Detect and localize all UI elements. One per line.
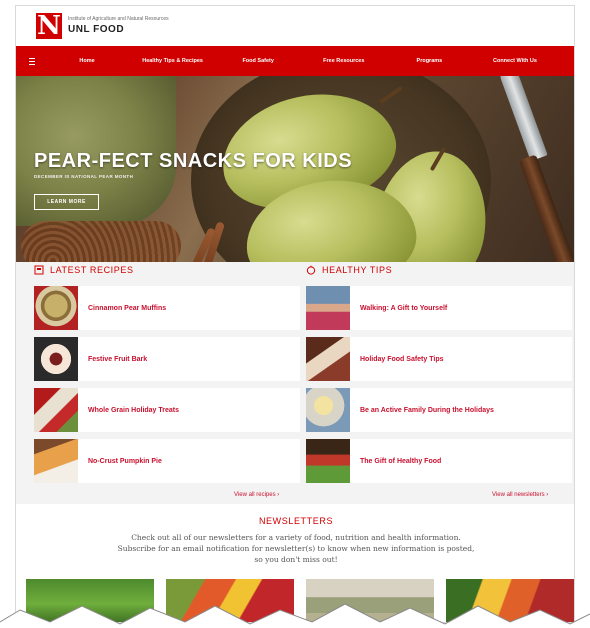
- nav-item-home[interactable]: Home: [48, 58, 126, 65]
- nav-item-free-resources[interactable]: Free Resources: [305, 58, 383, 65]
- site-brand[interactable]: UNL FOOD: [68, 24, 124, 35]
- nav-item-healthy-tips-recipes[interactable]: Healthy Tips & Recipes: [134, 58, 212, 65]
- healthy-tips-section: HEALTHY TIPS Walking: A Gift to Yourself…: [306, 262, 572, 490]
- page: N Institute of Agriculture and Natural R…: [15, 5, 575, 623]
- list-item[interactable]: Walking: A Gift to Yourself: [306, 286, 572, 330]
- tip-title[interactable]: Walking: A Gift to Yourself: [360, 305, 447, 312]
- list-item[interactable]: No-Crust Pumpkin Pie: [34, 439, 300, 483]
- recipe-thumbnail: [34, 388, 78, 432]
- cinnamon-image: [21, 221, 181, 262]
- recipe-title[interactable]: No-Crust Pumpkin Pie: [88, 458, 162, 465]
- list-item[interactable]: Festive Fruit Bark: [34, 337, 300, 381]
- recipe-thumbnail: [34, 439, 78, 483]
- tip-thumbnail: [306, 337, 350, 381]
- nav-items: Home Healthy Tips & Recipes Food Safety …: [48, 58, 574, 65]
- main-nav: Home Healthy Tips & Recipes Food Safety …: [16, 46, 574, 76]
- tip-title[interactable]: The Gift of Healthy Food: [360, 458, 441, 465]
- latest-recipes-header: LATEST RECIPES: [34, 262, 300, 278]
- apple-icon: [306, 265, 316, 275]
- site-header: N Institute of Agriculture and Natural R…: [16, 6, 574, 46]
- institute-name: Institute of Agriculture and Natural Res…: [68, 16, 169, 22]
- healthy-tips-header: HEALTHY TIPS: [306, 262, 572, 278]
- healthy-tips-title: HEALTHY TIPS: [322, 265, 393, 275]
- learn-more-button[interactable]: LEARN MORE: [34, 194, 99, 210]
- list-item[interactable]: Whole Grain Holiday Treats: [34, 388, 300, 432]
- list-item[interactable]: Be an Active Family During the Holidays: [306, 388, 572, 432]
- recipe-thumbnail: [34, 286, 78, 330]
- list-item[interactable]: Holiday Food Safety Tips: [306, 337, 572, 381]
- tip-thumbnail: [306, 286, 350, 330]
- tip-title[interactable]: Holiday Food Safety Tips: [360, 356, 444, 363]
- knife-blade: [498, 76, 548, 162]
- torn-edge: [0, 603, 590, 628]
- recipe-card-icon: [34, 265, 44, 275]
- newsletters-title: NEWSLETTERS: [258, 516, 334, 526]
- list-item[interactable]: The Gift of Healthy Food: [306, 439, 572, 483]
- recipe-thumbnail: [34, 337, 78, 381]
- view-all-recipes-link[interactable]: View all recipes ›: [234, 492, 279, 498]
- recipe-title[interactable]: Whole Grain Holiday Treats: [88, 407, 179, 414]
- recipe-title[interactable]: Festive Fruit Bark: [88, 356, 147, 363]
- knife-handle: [518, 154, 574, 262]
- hero-title: PEAR-FECT SNACKS FOR KIDS: [34, 150, 353, 172]
- menu-icon[interactable]: [16, 57, 48, 65]
- newsletters-description: Check out all of our newsletters for a v…: [117, 533, 475, 564]
- nav-item-programs[interactable]: Programs: [390, 58, 468, 65]
- hero-subtitle: DECEMBER IS NATIONAL PEAR MONTH: [34, 174, 134, 179]
- hero-banner: PEAR-FECT SNACKS FOR KIDS DECEMBER IS NA…: [16, 76, 574, 262]
- unl-logo[interactable]: N: [36, 13, 62, 39]
- latest-recipes-title: LATEST RECIPES: [50, 265, 134, 275]
- latest-recipes-section: LATEST RECIPES Cinnamon Pear Muffins Fes…: [34, 262, 300, 490]
- nav-item-connect-with-us[interactable]: Connect With Us: [476, 58, 554, 65]
- list-item[interactable]: Cinnamon Pear Muffins: [34, 286, 300, 330]
- content-columns: LATEST RECIPES Cinnamon Pear Muffins Fes…: [16, 262, 574, 502]
- tip-thumbnail: [306, 388, 350, 432]
- nav-item-food-safety[interactable]: Food Safety: [219, 58, 297, 65]
- tip-title[interactable]: Be an Active Family During the Holidays: [360, 407, 494, 414]
- tip-thumbnail: [306, 439, 350, 483]
- recipe-title[interactable]: Cinnamon Pear Muffins: [88, 305, 166, 312]
- view-all-newsletters-link[interactable]: View all newsletters ›: [492, 492, 548, 498]
